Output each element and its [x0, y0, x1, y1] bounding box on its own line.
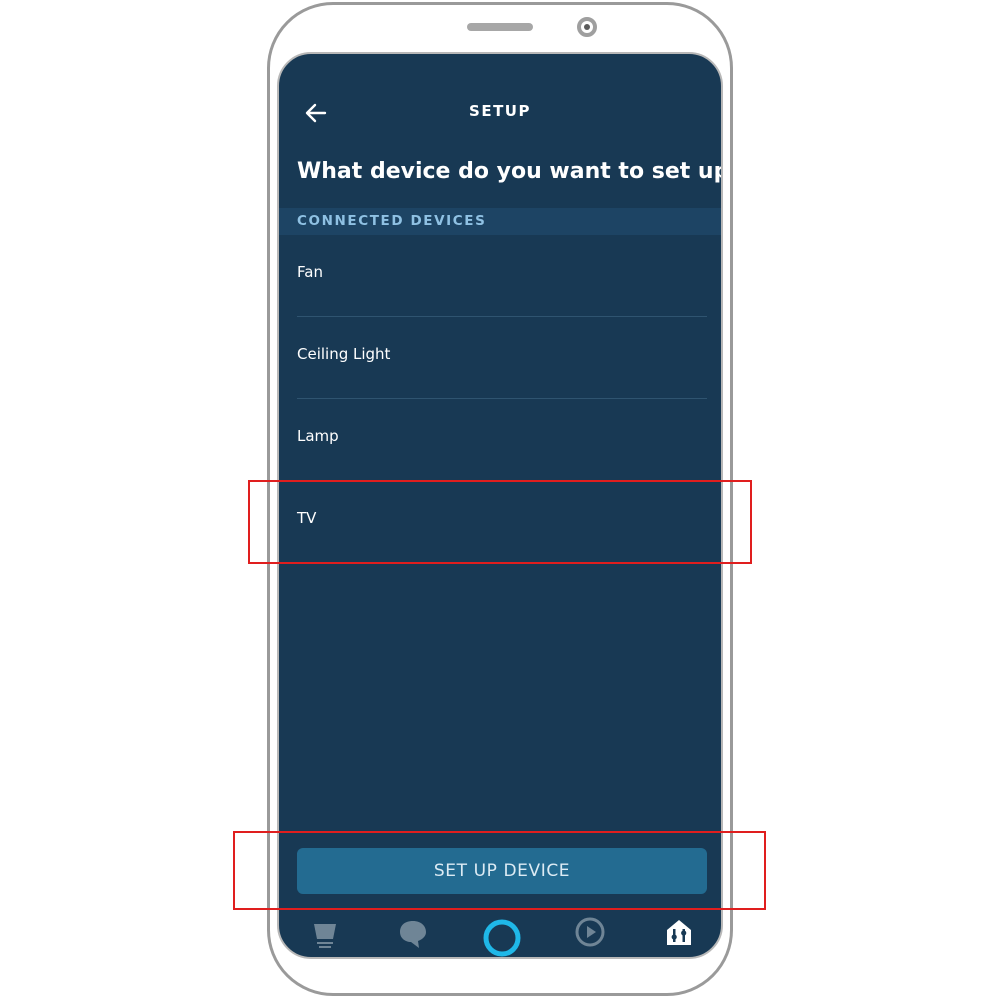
- device-label: Fan: [297, 263, 323, 281]
- section-label: CONNECTED DEVICES: [297, 213, 487, 229]
- play-icon: [575, 917, 605, 947]
- tab-play[interactable]: [570, 912, 610, 952]
- tab-devices[interactable]: [659, 912, 699, 952]
- devices-icon: [667, 920, 691, 945]
- device-label: TV: [297, 509, 317, 527]
- stage: SETUP What device do you want to set up?…: [0, 0, 1000, 1000]
- device-item-fan[interactable]: Fan: [297, 235, 707, 317]
- device-label: Lamp: [297, 427, 339, 445]
- home-icon: [314, 924, 336, 948]
- set-up-device-button[interactable]: SET UP DEVICE: [297, 848, 707, 894]
- setup-question: What device do you want to set up?: [297, 159, 723, 184]
- device-item-lamp[interactable]: Lamp: [297, 399, 707, 481]
- tab-home[interactable]: [305, 912, 345, 952]
- device-label: Ceiling Light: [297, 345, 391, 363]
- tab-alexa[interactable]: [482, 912, 522, 957]
- app-screen: SETUP What device do you want to set up?…: [277, 52, 723, 959]
- device-item-ceiling-light[interactable]: Ceiling Light: [297, 317, 707, 399]
- bottom-tab-bar: [279, 912, 721, 957]
- alexa-icon: [483, 919, 521, 957]
- section-header: CONNECTED DEVICES: [279, 208, 721, 235]
- page-title: SETUP: [469, 102, 531, 120]
- tab-communicate[interactable]: [393, 912, 433, 952]
- device-item-tv[interactable]: TV: [297, 481, 707, 563]
- phone-camera: [577, 17, 597, 37]
- phone-speaker: [467, 23, 533, 31]
- communicate-icon: [400, 921, 426, 948]
